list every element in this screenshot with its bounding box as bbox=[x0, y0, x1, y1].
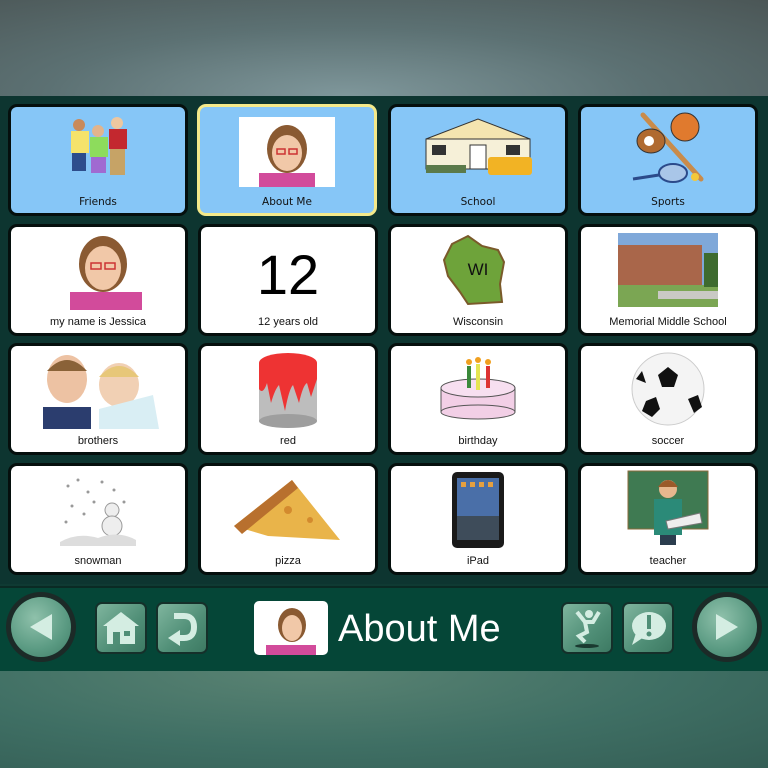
back-button[interactable] bbox=[11, 597, 71, 657]
tile-ipad[interactable]: iPad bbox=[391, 466, 565, 572]
exclamation-speech-icon bbox=[632, 612, 666, 645]
red-paint-can-icon bbox=[238, 352, 338, 428]
pizza-slice-icon bbox=[228, 472, 348, 546]
forward-arrow-icon bbox=[716, 614, 738, 640]
school-photo-icon bbox=[618, 233, 718, 307]
school-building-icon bbox=[422, 113, 534, 187]
tile-label: Friends bbox=[79, 196, 117, 208]
tile-friends[interactable]: Friends bbox=[11, 107, 185, 213]
brothers-photo-icon bbox=[33, 352, 163, 429]
tile-label: About Me bbox=[262, 196, 312, 208]
back-arrow-icon bbox=[30, 614, 52, 640]
number-icon: 12 bbox=[256, 242, 320, 306]
tile-pizza[interactable]: pizza bbox=[201, 466, 375, 572]
jump-icon bbox=[575, 610, 601, 648]
girl-photo-icon bbox=[239, 117, 335, 187]
tile-age[interactable]: 12 12 years old bbox=[201, 227, 375, 333]
tile-sports[interactable]: Sports bbox=[581, 107, 755, 213]
tile-red[interactable]: red bbox=[201, 346, 375, 452]
tile-label: red bbox=[280, 435, 296, 447]
undo-icon bbox=[168, 613, 198, 646]
soccer-ball-icon bbox=[618, 352, 718, 426]
tile-label: Sports bbox=[651, 196, 685, 208]
tile-label: teacher bbox=[649, 555, 687, 567]
girl-photo-icon bbox=[48, 233, 148, 310]
bottom-background bbox=[0, 671, 768, 768]
tile-label: pizza bbox=[275, 555, 301, 567]
birthday-cake-icon bbox=[428, 352, 528, 426]
sports-equipment-icon bbox=[618, 112, 718, 187]
tile-school[interactable]: School bbox=[391, 107, 565, 213]
tile-teacher[interactable]: teacher bbox=[581, 466, 755, 572]
forward-button[interactable] bbox=[697, 597, 757, 657]
tile-label: Wisconsin bbox=[452, 316, 504, 328]
tile-wisconsin[interactable]: WI Wisconsin bbox=[391, 227, 565, 333]
teacher-icon bbox=[618, 470, 718, 545]
tile-brothers[interactable]: brothers bbox=[11, 346, 185, 452]
tile-label: soccer bbox=[651, 435, 685, 447]
snowman-icon bbox=[48, 472, 148, 546]
action-button[interactable] bbox=[563, 604, 611, 652]
tile-birthday[interactable]: birthday bbox=[391, 346, 565, 452]
home-icon bbox=[103, 612, 139, 644]
ipad-icon bbox=[428, 470, 528, 550]
home-button[interactable] bbox=[97, 604, 145, 652]
tile-label: iPad bbox=[466, 555, 490, 567]
tile-memorial-middle-school[interactable]: Memorial Middle School bbox=[581, 227, 755, 333]
tile-my-name[interactable]: my name is Jessica bbox=[11, 227, 185, 333]
tile-label: School bbox=[460, 196, 496, 208]
current-board-thumbnail bbox=[254, 601, 328, 655]
tile-label: 12 years old bbox=[258, 316, 318, 328]
page-title: About Me bbox=[338, 608, 501, 650]
tile-label: my name is Jessica bbox=[50, 316, 146, 328]
symbol-grid: Friends About Me School Sports my name i… bbox=[0, 96, 768, 584]
tile-soccer[interactable]: soccer bbox=[581, 346, 755, 452]
alert-button[interactable] bbox=[624, 604, 672, 652]
wisconsin-map-icon: WI bbox=[428, 233, 528, 307]
tile-label: Memorial Middle School bbox=[609, 316, 727, 328]
tile-snowman[interactable]: snowman bbox=[11, 466, 185, 572]
top-background bbox=[0, 0, 768, 96]
undo-button[interactable] bbox=[158, 604, 206, 652]
friends-icon bbox=[48, 113, 148, 187]
tile-label: snowman bbox=[74, 555, 122, 567]
tile-label: brothers bbox=[77, 435, 119, 447]
tile-about-me[interactable]: About Me bbox=[200, 107, 374, 213]
tile-label: birthday bbox=[458, 435, 498, 447]
